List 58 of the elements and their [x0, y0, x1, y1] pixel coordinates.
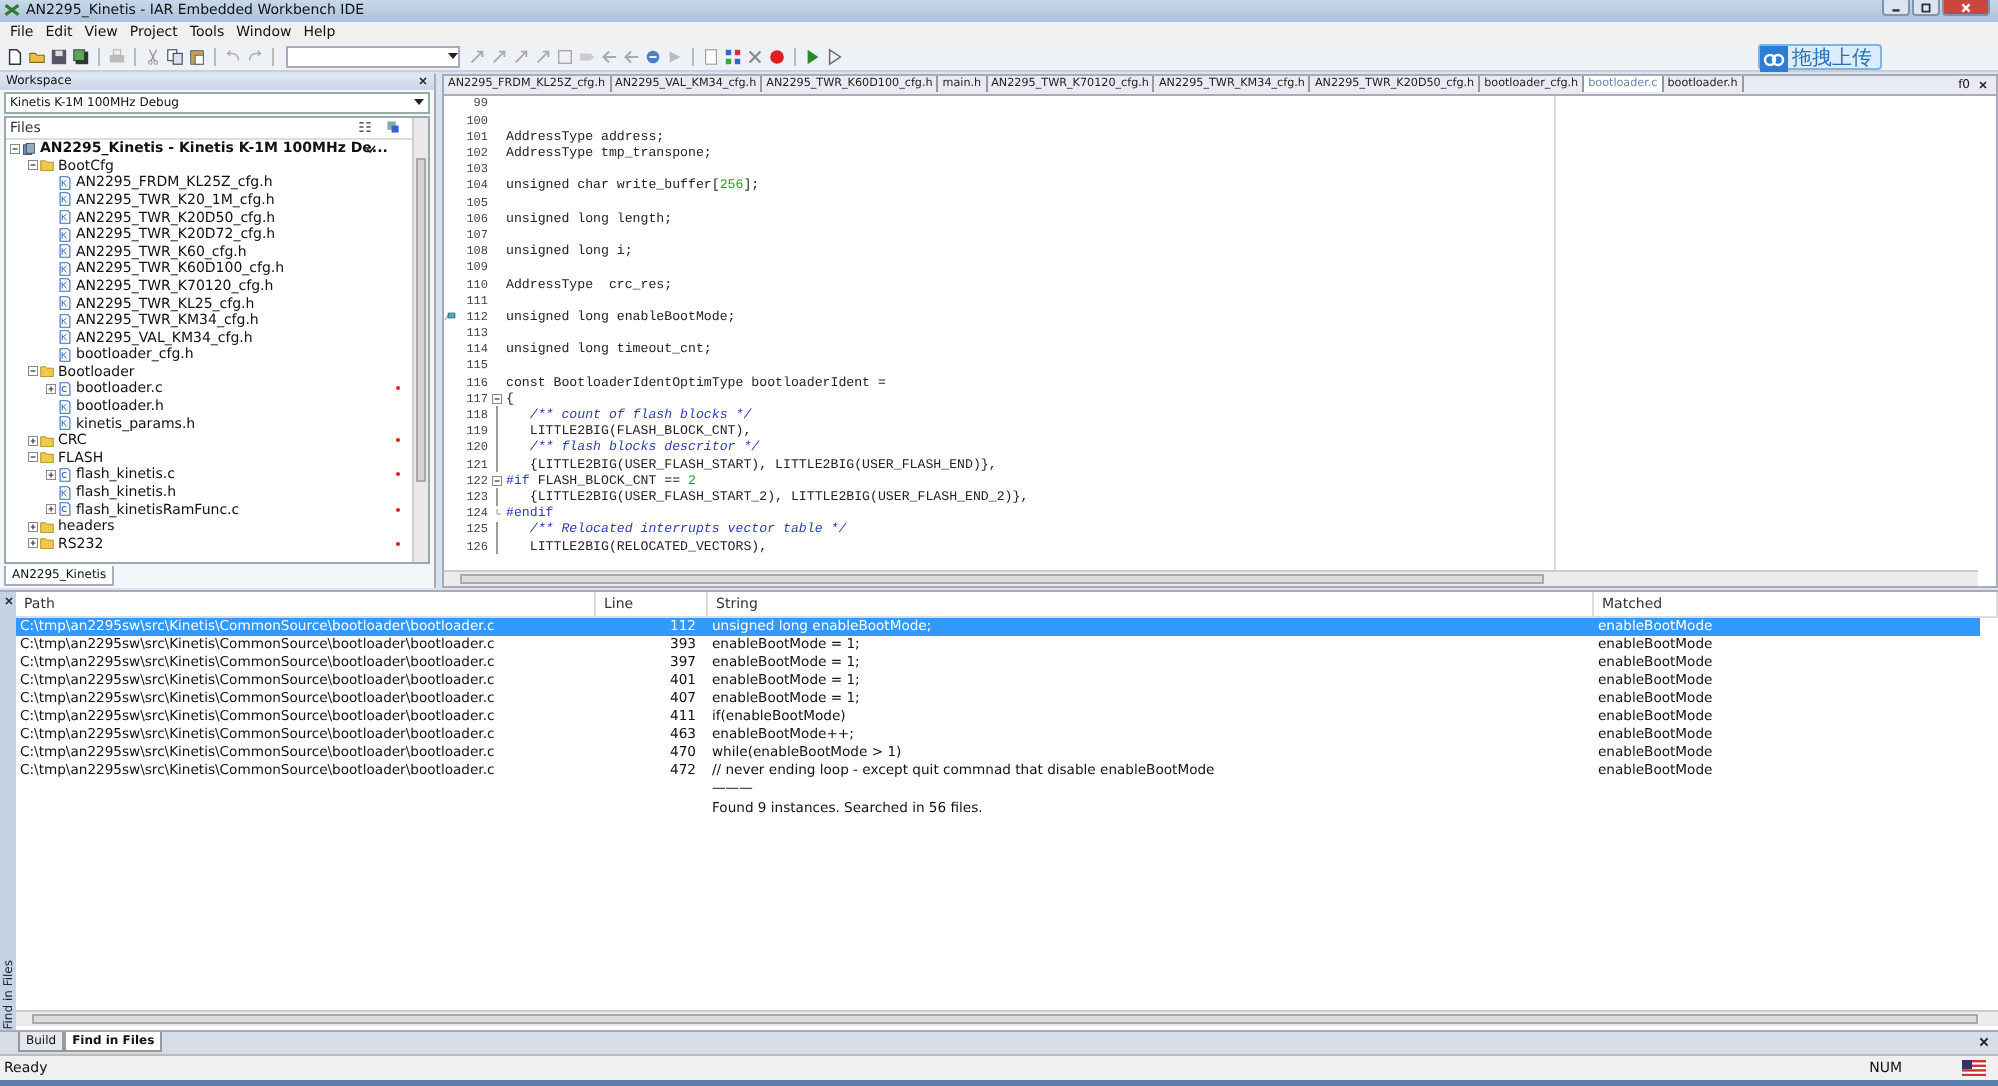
- scrollbar[interactable]: [412, 117, 428, 563]
- close-icon[interactable]: [418, 76, 428, 87]
- expand-icon[interactable]: [28, 521, 38, 532]
- collapse-icon[interactable]: [10, 143, 20, 154]
- options-icon: [384, 120, 402, 135]
- breakpoint-icon[interactable]: [768, 47, 786, 66]
- folder-icon: [40, 158, 54, 173]
- redo-icon[interactable]: [246, 47, 264, 66]
- new-file-icon[interactable]: [6, 47, 24, 66]
- collapse-icon[interactable]: [492, 475, 502, 486]
- project-icon: [22, 141, 36, 156]
- arrow-icon[interactable]: [490, 47, 508, 66]
- expand-icon[interactable]: [46, 504, 56, 515]
- close-icon[interactable]: [1978, 79, 1988, 90]
- copy-icon[interactable]: [166, 47, 184, 66]
- maximize-icon: [1920, 1, 1932, 13]
- grid-icon[interactable]: [724, 47, 742, 66]
- upload-button[interactable]: 拖拽上传: [1758, 43, 1882, 70]
- expand-icon[interactable]: [46, 383, 56, 394]
- open-folder-icon[interactable]: [28, 47, 46, 66]
- close-icon: [1960, 1, 1972, 13]
- caret-icon: [448, 52, 458, 61]
- minimize-button[interactable]: [1882, 0, 1910, 16]
- collapse-icon[interactable]: [492, 393, 502, 404]
- collapse-icon[interactable]: [28, 452, 38, 463]
- app-icon: [4, 2, 20, 19]
- maximize-button[interactable]: [1912, 0, 1940, 16]
- undo-icon[interactable]: [224, 47, 242, 66]
- close-button[interactable]: [1942, 0, 1990, 16]
- flag-icon: [1962, 1060, 1986, 1077]
- folder-icon: [40, 364, 54, 379]
- back-arrow-icon[interactable]: [622, 47, 640, 66]
- scrollbar[interactable]: [444, 570, 1978, 587]
- cross-icon[interactable]: [746, 47, 764, 66]
- window-icon[interactable]: [556, 47, 574, 66]
- expand-icon[interactable]: [28, 538, 38, 549]
- back-arrow-icon[interactable]: [600, 47, 618, 66]
- debug-icon[interactable]: [826, 47, 844, 66]
- save-icon[interactable]: [50, 47, 68, 66]
- paste-icon[interactable]: [188, 47, 206, 66]
- save-all-icon[interactable]: [72, 47, 90, 66]
- close-icon[interactable]: [1978, 1036, 1990, 1049]
- file-icon: [58, 467, 72, 482]
- collapse-icon[interactable]: [28, 366, 38, 377]
- caret-icon: [414, 98, 424, 107]
- list-icon: [356, 120, 374, 135]
- expand-icon[interactable]: [28, 435, 38, 446]
- close-icon[interactable]: [3, 596, 13, 607]
- expand-icon[interactable]: [46, 469, 56, 480]
- document-icon[interactable]: [702, 47, 720, 66]
- arrow-icon[interactable]: [534, 47, 552, 66]
- arrow-icon[interactable]: [512, 47, 530, 66]
- download-debug-icon[interactable]: [804, 47, 822, 66]
- search-combo-field[interactable]: [286, 45, 460, 68]
- collapse-icon[interactable]: [28, 160, 38, 171]
- file-icon: [58, 381, 72, 396]
- scrollbar[interactable]: [16, 1010, 1998, 1027]
- arrow-icon[interactable]: [468, 47, 486, 66]
